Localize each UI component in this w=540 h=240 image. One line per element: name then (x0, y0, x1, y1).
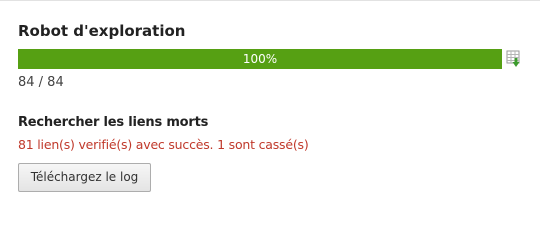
dead-links-heading: Rechercher les liens morts (18, 115, 209, 130)
spreadsheet-export-icon[interactable] (506, 50, 522, 68)
crawler-title: Robot d'exploration (18, 22, 186, 40)
dead-links-result: 81 lien(s) verifié(s) avec succès. 1 son… (18, 137, 309, 152)
crawl-progress-bar: 100% (18, 49, 502, 69)
crawl-progress-label: 100% (242, 52, 278, 66)
crawl-progress-count: 84 / 84 (18, 75, 64, 90)
download-log-button[interactable]: Téléchargez le log (18, 163, 151, 192)
top-divider (0, 0, 540, 1)
